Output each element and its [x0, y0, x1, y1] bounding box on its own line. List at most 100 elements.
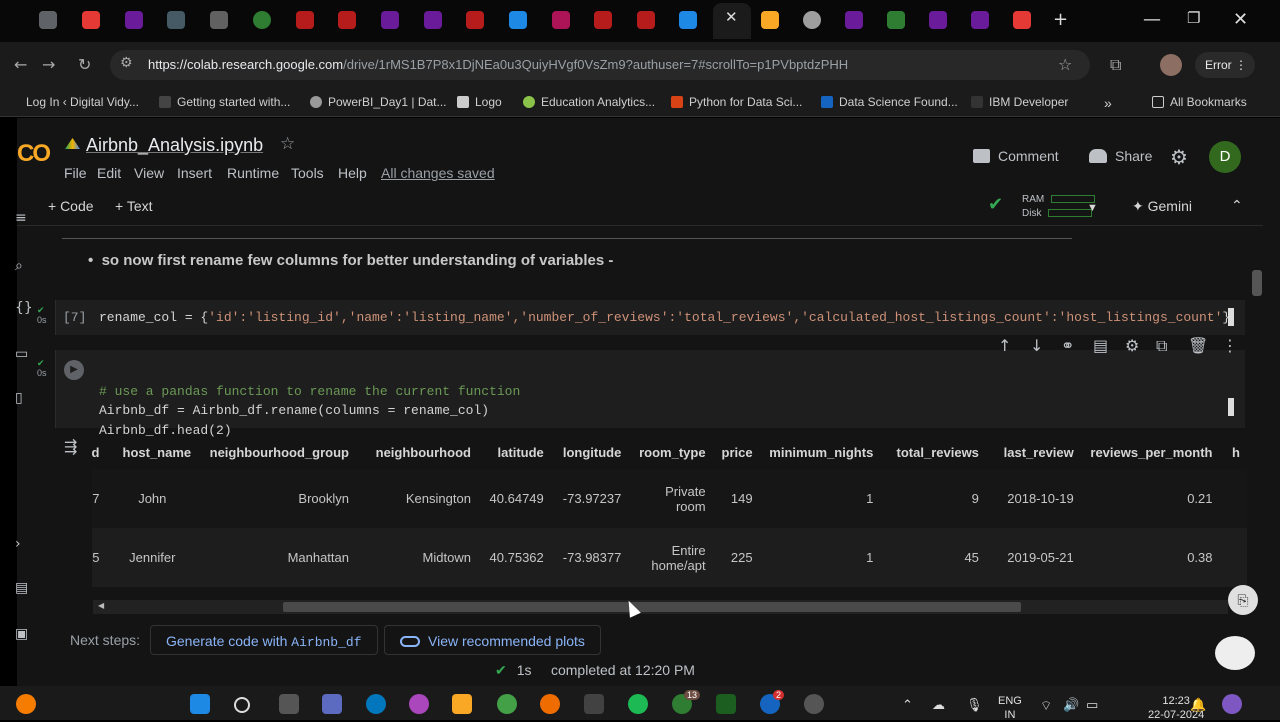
site-info-icon[interactable]: ⚙ — [120, 55, 133, 71]
tab-icon[interactable] — [381, 11, 399, 29]
code-line[interactable]: rename_col = {'id':'listing_id','name':'… — [99, 310, 1230, 325]
code-block[interactable]: # use a pandas function to rename the cu… — [99, 362, 520, 440]
link-icon[interactable]: ⚭ — [1061, 336, 1074, 355]
chrome-icon[interactable] — [497, 694, 517, 714]
edge-icon[interactable] — [366, 694, 386, 714]
gmail-tab-icon[interactable] — [466, 11, 484, 29]
profile-avatar[interactable] — [1160, 54, 1182, 76]
cell-scrollbar[interactable] — [1228, 398, 1234, 416]
bookmark-item[interactable]: Log In ‹ Digital Vidy... — [26, 95, 139, 109]
menu-view[interactable]: View — [134, 165, 164, 181]
volume-icon[interactable]: 🔊 — [1063, 698, 1079, 713]
drive-tab-icon[interactable] — [679, 11, 697, 29]
notifications-bell-icon[interactable]: 🔔 — [1190, 698, 1206, 713]
tab-icon[interactable] — [210, 11, 228, 29]
terminal-app-icon[interactable] — [584, 694, 604, 714]
youtube-tab-icon[interactable] — [82, 11, 100, 29]
drive-tab-icon[interactable] — [509, 11, 527, 29]
tab-icon[interactable] — [125, 11, 143, 29]
vertical-scrollbar[interactable] — [1252, 270, 1262, 296]
bookmark-item[interactable]: Education Analytics... — [523, 95, 655, 109]
extensions-icon[interactable]: ⧉ — [1110, 55, 1121, 75]
all-bookmarks[interactable]: All Bookmarks — [1152, 95, 1247, 109]
horizontal-scrollbar[interactable]: ◀ — [93, 600, 1228, 614]
move-down-icon[interactable]: ↓ — [1030, 336, 1043, 355]
tab-icon[interactable] — [929, 11, 947, 29]
restore-icon[interactable]: ❐ — [1187, 9, 1200, 27]
menu-edit[interactable]: Edit — [97, 165, 121, 181]
variables-icon[interactable]: ▭ — [15, 346, 28, 362]
tab-icon[interactable] — [552, 11, 570, 29]
add-text-button[interactable]: + Text — [115, 198, 153, 214]
windows-start-icon[interactable] — [190, 694, 210, 714]
mirror-cell-icon[interactable]: ⧉ — [1156, 336, 1167, 356]
command-palette-icon[interactable]: ▤ — [15, 580, 28, 596]
gmail-tab-icon[interactable] — [637, 11, 655, 29]
url-text[interactable]: https://colab.research.google.com/drive/… — [148, 57, 848, 72]
resources-indicator[interactable]: RAM Disk — [1022, 193, 1096, 221]
delete-icon[interactable]: 🗑 — [1188, 336, 1208, 355]
search-icon[interactable] — [234, 697, 250, 713]
github-tab-icon[interactable] — [803, 11, 821, 29]
user-avatar[interactable]: D — [1209, 141, 1241, 173]
run-cell-button[interactable]: ▶ — [64, 360, 84, 380]
add-code-button[interactable]: + Code — [48, 198, 94, 214]
move-up-icon[interactable]: ↑ — [998, 336, 1011, 355]
toc-icon[interactable]: ≡ — [15, 210, 27, 226]
window-close-icon[interactable]: ✕ — [1233, 9, 1248, 30]
tab-icon[interactable] — [167, 11, 185, 29]
back-icon[interactable]: ← — [14, 55, 27, 74]
floating-assistant-icon[interactable] — [1215, 636, 1255, 670]
teams-icon[interactable] — [322, 694, 342, 714]
menu-tools[interactable]: Tools — [291, 165, 324, 181]
menu-insert[interactable]: Insert — [177, 165, 212, 181]
close-tab-icon[interactable]: ✕ — [725, 8, 738, 26]
whatsapp-tab-icon[interactable] — [253, 11, 271, 29]
scroll-left-icon[interactable]: ◀ — [98, 601, 104, 610]
save-status[interactable]: All changes saved — [381, 165, 495, 181]
active-tab[interactable]: ✕ — [713, 3, 751, 39]
tab-icon[interactable] — [887, 11, 905, 29]
star-icon[interactable]: ☆ — [280, 134, 295, 154]
cell-scrollbar[interactable] — [1228, 308, 1234, 326]
onedrive-icon[interactable]: ☁ — [932, 698, 945, 713]
bookmark-item[interactable]: Python for Data Sci... — [671, 95, 802, 109]
scrollbar-thumb[interactable] — [283, 602, 1021, 612]
tray-overflow-icon[interactable]: ⌃ — [902, 698, 913, 713]
bookmark-star-icon[interactable]: ☆ — [1058, 55, 1072, 74]
error-button[interactable]: Error ⋮ — [1195, 52, 1255, 78]
gemini-button[interactable]: ✦ Gemini — [1132, 198, 1192, 215]
slack-icon[interactable] — [409, 694, 429, 714]
translate-icon[interactable]: ⎘ — [1228, 585, 1258, 615]
tab-icon[interactable] — [845, 11, 863, 29]
spotify-icon[interactable] — [628, 694, 648, 714]
excel-icon[interactable] — [716, 694, 736, 714]
files-icon[interactable]: ▯ — [15, 390, 23, 406]
more-vert-icon[interactable]: ⋮ — [1222, 336, 1238, 355]
tab-icon[interactable] — [39, 11, 57, 29]
app-icon[interactable] — [804, 694, 824, 714]
colab-tab-icon[interactable] — [761, 11, 779, 29]
gmail-tab-icon[interactable] — [594, 11, 612, 29]
comment-cell-icon[interactable]: ▤ — [1093, 336, 1108, 355]
menu-help[interactable]: Help — [338, 165, 367, 181]
resources-dropdown-icon[interactable]: ▼ — [1087, 202, 1098, 214]
code-snippets-icon[interactable]: {} — [15, 300, 33, 316]
tab-icon[interactable] — [971, 11, 989, 29]
share-button[interactable]: Share — [1089, 148, 1152, 164]
more-bookmarks-icon[interactable]: » — [1104, 95, 1112, 111]
new-tab-icon[interactable]: + — [1053, 9, 1068, 30]
minimize-icon[interactable]: — — [1143, 9, 1161, 30]
firefox-icon[interactable] — [540, 694, 560, 714]
forward-icon[interactable]: → — [42, 55, 55, 74]
gmail-tab-icon[interactable] — [338, 11, 356, 29]
settings-gear-icon[interactable]: ⚙ — [1170, 145, 1188, 170]
comment-button[interactable]: Comment — [973, 148, 1059, 164]
bookmark-item[interactable]: Data Science Found... — [821, 95, 958, 109]
copilot-icon[interactable] — [1222, 694, 1242, 714]
bookmark-item[interactable]: Logo — [457, 95, 502, 109]
bookmark-item[interactable]: IBM Developer — [971, 95, 1068, 109]
collapse-chevron-icon[interactable]: ⌃ — [1231, 198, 1243, 214]
battery-icon[interactable]: ▭ — [1086, 698, 1098, 713]
youtube-tab-icon[interactable] — [1013, 11, 1031, 29]
